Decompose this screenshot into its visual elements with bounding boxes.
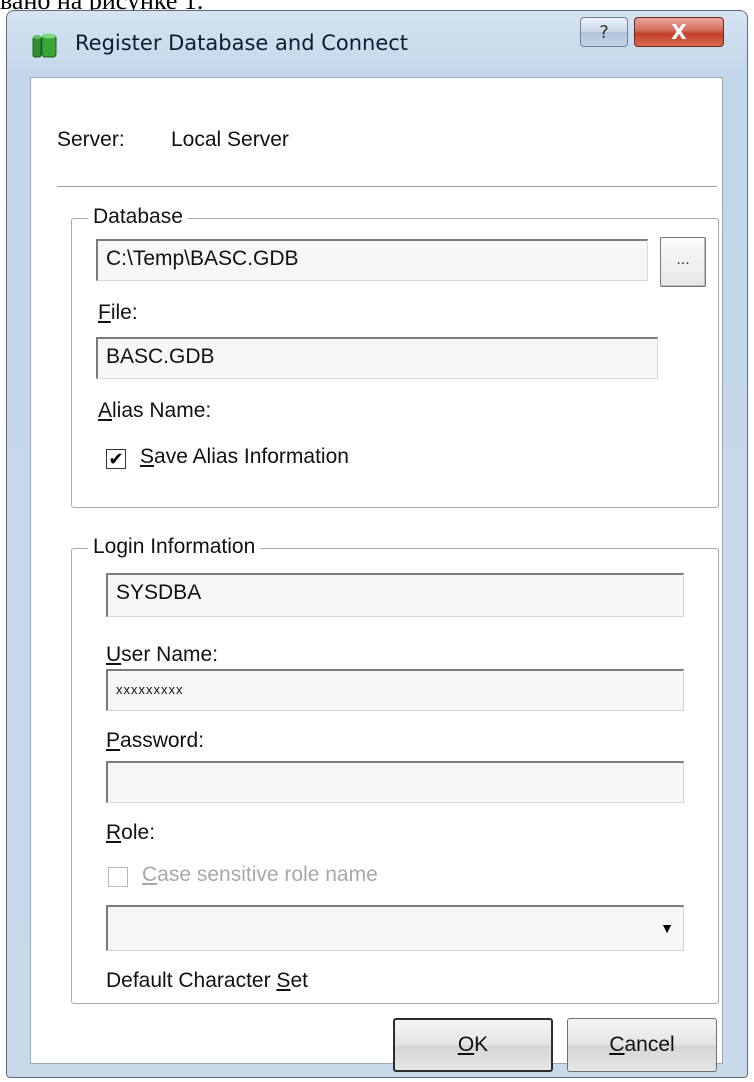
title-bar[interactable]: Register Database and Connect ? X (7, 11, 747, 73)
alias-name-label: Alias Name: (98, 399, 212, 422)
file-name-input[interactable]: BASC.GDB (96, 337, 658, 379)
login-group-title: Login Information (88, 535, 261, 559)
role-label: Role: (106, 821, 156, 844)
role-input[interactable] (106, 761, 684, 803)
server-value: Local Server (171, 128, 289, 151)
database-groupbox: Database C:\Temp\BASC.GDB ... File: BASC… (71, 205, 719, 508)
save-alias-checkbox[interactable]: ✔ (106, 449, 126, 469)
browse-button[interactable]: ... (660, 237, 706, 287)
password-label: Password: (106, 729, 205, 752)
dialog-body: Server: Local Server Database C:\Temp\BA… (30, 77, 723, 1072)
close-button[interactable]: X (634, 17, 724, 47)
character-set-label: Default Character Set (106, 969, 308, 992)
database-path-input[interactable]: C:\Temp\BASC.GDB (96, 239, 648, 281)
database-icon (32, 33, 57, 58)
character-set-select[interactable]: ▼ (106, 905, 684, 951)
help-button[interactable]: ? (580, 17, 628, 47)
username-input[interactable]: SYSDBA (106, 573, 684, 617)
case-sensitive-label: Case sensitive role name (142, 863, 378, 886)
login-groupbox: Login Information SYSDBA User Name: xxxx… (71, 535, 719, 1004)
username-label: User Name: (106, 643, 219, 666)
separator (57, 186, 717, 188)
cancel-button[interactable]: Cancel (567, 1018, 717, 1072)
register-database-dialog: Register Database and Connect ? X Server… (6, 10, 748, 1078)
case-sensitive-checkbox (108, 867, 128, 887)
file-label: File: (98, 301, 138, 324)
chevron-down-icon[interactable]: ▼ (653, 909, 681, 947)
save-alias-label[interactable]: Save Alias Information (140, 445, 349, 469)
database-group-title: Database (88, 205, 188, 229)
password-input[interactable]: xxxxxxxxx (106, 669, 684, 711)
dialog-title: Register Database and Connect (75, 31, 409, 55)
ok-button[interactable]: OK (393, 1018, 553, 1072)
server-label: Server: (57, 128, 125, 151)
